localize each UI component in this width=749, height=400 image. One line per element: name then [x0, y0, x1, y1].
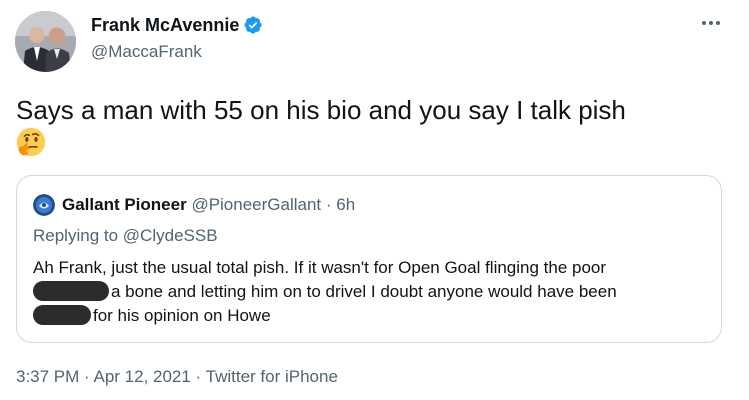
replying-to-handle[interactable]: @ClydeSSB: [123, 226, 218, 245]
quoted-tweet[interactable]: Gallant Pioneer @PioneerGallant · 6h Rep…: [16, 175, 722, 343]
author-avatar[interactable]: [15, 11, 76, 72]
quoted-header: Gallant Pioneer @PioneerGallant · 6h: [62, 195, 355, 215]
thinking-face-icon: [16, 127, 46, 157]
more-dot: [709, 21, 713, 25]
quoted-time[interactable]: 6h: [336, 195, 355, 214]
quoted-author-avatar[interactable]: [33, 194, 55, 216]
replying-to: Replying to @ClydeSSB: [33, 226, 218, 246]
more-options-icon[interactable]: [694, 8, 728, 38]
quoted-body-line-3: for his opinion on Howe: [93, 306, 271, 325]
redaction-mark: [33, 281, 109, 301]
quoted-separator: ·: [325, 195, 332, 214]
author-display-name[interactable]: Frank McAvennie: [91, 14, 239, 36]
author-name-row[interactable]: Frank McAvennie: [91, 14, 263, 36]
replying-prefix: Replying to: [33, 226, 119, 245]
quoted-body-line-1: Ah Frank, just the usual total pish. If …: [33, 258, 607, 277]
author-handle[interactable]: @MaccaFrank: [91, 41, 202, 63]
quoted-body-line-2: a bone and letting him on to drivel I do…: [111, 282, 617, 301]
tweet-card: Frank McAvennie @MaccaFrank Says a man w…: [0, 0, 749, 400]
quoted-handle[interactable]: @PioneerGallant: [191, 195, 321, 214]
tweet-text-content: Says a man with 55 on his bio and you sa…: [16, 95, 626, 125]
tweet-timestamp[interactable]: 3:37 PM · Apr 12, 2021 · Twitter for iPh…: [16, 366, 338, 388]
tweet-text: Says a man with 55 on his bio and you sa…: [16, 94, 716, 158]
quoted-display-name[interactable]: Gallant Pioneer: [62, 195, 187, 214]
verified-badge-icon: [243, 15, 263, 35]
redaction-mark: [33, 305, 91, 325]
more-dot: [702, 21, 706, 25]
more-dot: [716, 21, 720, 25]
quoted-body: Ah Frank, just the usual total pish. If …: [33, 256, 713, 328]
